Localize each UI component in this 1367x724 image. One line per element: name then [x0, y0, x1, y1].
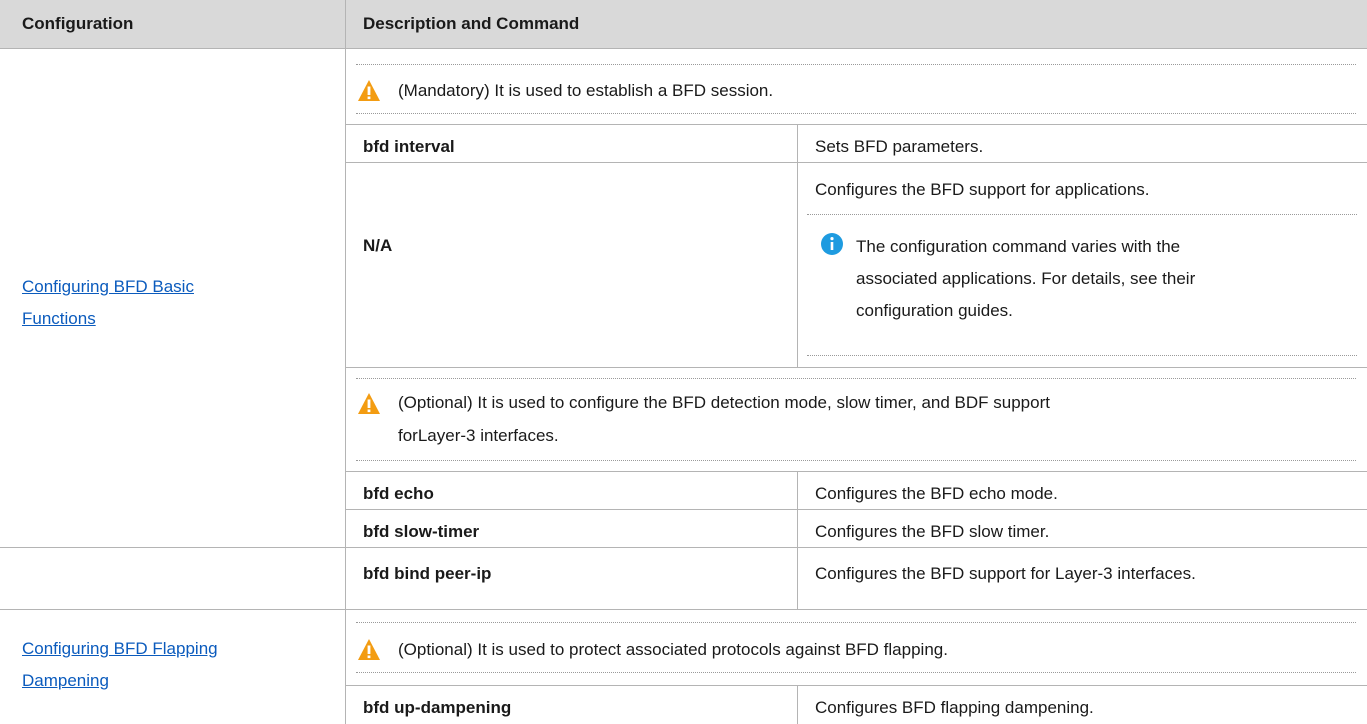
note-top-rule — [356, 378, 1356, 379]
info-icon — [821, 233, 843, 255]
info-top-rule — [807, 214, 1357, 215]
column-divider — [345, 0, 346, 724]
warning-icon — [358, 393, 380, 414]
note-bottom-rule — [356, 672, 1356, 673]
row-divider — [345, 124, 1367, 125]
header-description-command: Description and Command — [363, 14, 580, 33]
row-divider — [345, 162, 1367, 163]
command-bfd-interval: bfd interval — [363, 137, 455, 156]
header-configuration: Configuration — [22, 14, 134, 33]
link-configuring-bfd-flapping-dampening[interactable]: Configuring BFD Flapping — [22, 633, 218, 665]
description-bfd-bind-peer-ip: Configures the BFD support for Layer-3 i… — [815, 564, 1196, 583]
description-bfd-interval: Sets BFD parameters. — [815, 137, 984, 156]
row-divider — [345, 509, 1367, 510]
note-optional-line1: (Optional) It is used to configure the B… — [398, 393, 1050, 412]
description-applications: Configures the BFD support for applicati… — [815, 180, 1150, 199]
command-bfd-slow-timer: bfd slow-timer — [363, 522, 480, 541]
description-bfd-up-dampening: Configures BFD flapping dampening. — [815, 698, 1094, 717]
section-divider — [0, 609, 1367, 610]
note-bottom-rule — [356, 460, 1356, 461]
note-optional-flapping: (Optional) It is used to protect associa… — [398, 640, 948, 659]
warning-icon — [358, 80, 380, 101]
info-text-line3: configuration guides. — [856, 301, 1013, 320]
warning-icon — [358, 639, 380, 660]
command-na: N/A — [363, 236, 393, 255]
link-configuring-bfd-basic-functions[interactable]: Configuring BFD Basic — [22, 271, 194, 303]
table-header — [0, 0, 1367, 48]
subcolumn-divider — [797, 471, 798, 609]
command-bfd-bind-peer-ip: bfd bind peer-ip — [363, 564, 492, 583]
row-divider — [0, 547, 1367, 548]
link-configuring-bfd-flapping-dampening-cont[interactable]: Dampening — [22, 665, 109, 697]
note-bottom-rule — [356, 113, 1356, 114]
command-bfd-up-dampening: bfd up-dampening — [363, 698, 512, 717]
description-bfd-slow-timer: Configures the BFD slow timer. — [815, 522, 1050, 541]
info-text-line1: The configuration command varies with th… — [856, 237, 1181, 256]
note-top-rule — [356, 622, 1356, 623]
note-mandatory-text: (Mandatory) It is used to establish a BF… — [398, 81, 774, 100]
info-bottom-rule — [807, 355, 1357, 356]
command-bfd-echo: bfd echo — [363, 484, 434, 503]
row-divider — [345, 471, 1367, 472]
note-top-rule — [356, 64, 1356, 65]
info-text-line2: associated applications. For details, se… — [856, 269, 1196, 288]
header-bottom-border — [0, 48, 1367, 49]
subcolumn-divider — [797, 685, 798, 724]
row-divider — [345, 367, 1367, 368]
description-bfd-echo: Configures the BFD echo mode. — [815, 484, 1058, 503]
note-optional-line2: forLayer-3 interfaces. — [398, 426, 559, 445]
subcolumn-divider — [797, 124, 798, 367]
link-configuring-bfd-basic-functions-cont[interactable]: Functions — [22, 303, 96, 335]
row-divider — [345, 685, 1367, 686]
